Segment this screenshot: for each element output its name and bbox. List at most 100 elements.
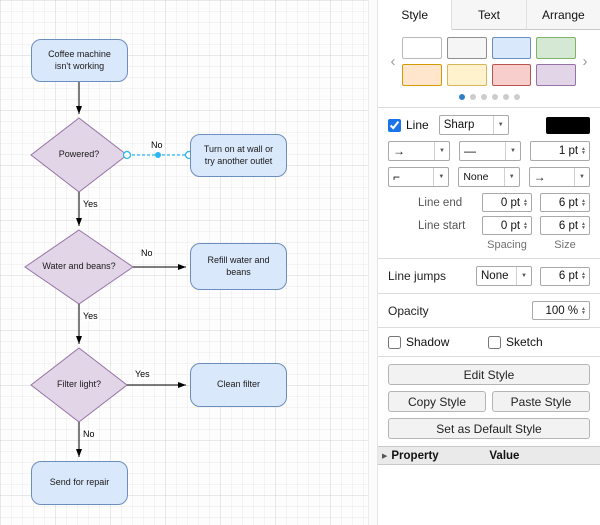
opacity-input[interactable]: 100 % ▲▼ — [532, 301, 590, 320]
swatch-purple[interactable] — [536, 64, 576, 86]
flow-node-outlet[interactable]: Turn on at wall or try another outlet — [190, 134, 287, 177]
line-start-spacing-value: 0 pt — [501, 220, 520, 232]
edge-label-filter-yes[interactable]: Yes — [134, 369, 151, 379]
stepper-arrows[interactable]: ▲▼ — [581, 272, 586, 280]
line-color-button[interactable] — [546, 117, 590, 134]
chevron-down-icon: ▼ — [505, 142, 516, 160]
flow-node-filter[interactable]: Filter light? — [31, 348, 127, 422]
waypoints-select[interactable]: None ▼ — [458, 167, 519, 187]
spin-down-icon[interactable]: ▼ — [581, 226, 586, 230]
line-jumps-size-input[interactable]: 6 pt ▲▼ — [540, 267, 590, 286]
line-end-size-input[interactable]: 6 pt ▲▼ — [540, 193, 590, 212]
tab-text[interactable]: Text — [452, 0, 526, 30]
drawio-window: Coffee machine isn't working Turn on at … — [0, 0, 600, 525]
line-start-size-input[interactable]: 6 pt ▲▼ — [540, 216, 590, 235]
diagram-canvas[interactable]: Coffee machine isn't working Turn on at … — [0, 0, 368, 525]
spin-down-icon[interactable]: ▼ — [581, 311, 586, 315]
edge-midpoint-handle[interactable] — [155, 152, 161, 158]
swatch-next-icon[interactable]: › — [580, 54, 590, 69]
copy-style-button[interactable]: Copy Style — [388, 391, 486, 412]
shadow-checkbox[interactable] — [388, 336, 401, 349]
spin-down-icon[interactable]: ▼ — [581, 151, 586, 155]
line-jumps-size-value: 6 pt — [559, 270, 578, 282]
chevron-down-icon: ▼ — [504, 168, 515, 186]
arrow-right-icon: → — [393, 145, 405, 157]
pager-dot-3[interactable] — [492, 94, 498, 100]
paste-style-button[interactable]: Paste Style — [492, 391, 590, 412]
pager-dot-5[interactable] — [514, 94, 520, 100]
chevron-down-icon: ▼ — [516, 267, 527, 285]
flow-node-powered[interactable]: Powered? — [31, 118, 127, 192]
sketch-checkbox[interactable] — [488, 336, 501, 349]
arrow-end-select[interactable]: → ▼ — [388, 141, 450, 161]
spin-down-icon[interactable]: ▼ — [523, 203, 528, 207]
swatch-green[interactable] — [536, 37, 576, 59]
size-column-label: Size — [540, 239, 590, 251]
flow-node-refill[interactable]: Refill water and beans — [190, 243, 287, 290]
swatch-prev-icon[interactable]: ‹ — [388, 54, 398, 69]
line-jumps-label: Line jumps — [388, 269, 476, 283]
swatch-yellow[interactable] — [447, 64, 487, 86]
flow-node-powered-label: Powered? — [59, 149, 100, 160]
arrow-right-icon: → — [534, 171, 546, 183]
spin-down-icon[interactable]: ▼ — [581, 276, 586, 280]
stepper-arrows[interactable]: ▲▼ — [581, 222, 586, 230]
line-end-spacing-input[interactable]: 0 pt ▲▼ — [482, 193, 532, 212]
flow-node-water[interactable]: Water and beans? — [25, 230, 133, 304]
effects-section: Shadow Sketch — [378, 327, 600, 356]
edit-style-button[interactable]: Edit Style — [388, 364, 590, 385]
line-style-select[interactable]: Sharp ▼ — [439, 115, 509, 135]
edge-label-powered-yes[interactable]: Yes — [82, 199, 99, 209]
value-column-header: Value — [489, 450, 596, 462]
stepper-arrows[interactable]: ▲▼ — [523, 199, 528, 207]
flow-node-repair[interactable]: Send for repair — [31, 461, 128, 505]
format-panel: Style Text Arrange ‹ › Line — [378, 0, 600, 525]
waypoints-value: None — [463, 172, 488, 183]
flow-node-outlet-label: Turn on at wall or try another outlet — [198, 144, 279, 167]
tab-style[interactable]: Style — [378, 0, 452, 30]
edge-label-powered-no[interactable]: No — [150, 140, 164, 150]
stepper-arrows[interactable]: ▲▼ — [581, 199, 586, 207]
spacing-column-label: Spacing — [482, 239, 532, 251]
arrow-start-select[interactable]: → ▼ — [529, 167, 590, 187]
canvas-vertical-scrollbar[interactable] — [368, 0, 378, 525]
stepper-arrows[interactable]: ▲▼ — [581, 147, 586, 155]
line-label: Line — [406, 118, 429, 132]
set-default-style-button[interactable]: Set as Default Style — [388, 418, 590, 439]
selected-edge-powered-outlet[interactable] — [124, 152, 193, 159]
flow-node-clean[interactable]: Clean filter — [190, 363, 287, 407]
stepper-arrows[interactable]: ▲▼ — [523, 222, 528, 230]
line-width-value: 1 pt — [559, 145, 578, 157]
swatch-orange[interactable] — [402, 64, 442, 86]
spin-down-icon[interactable]: ▼ — [581, 203, 586, 207]
edge-label-water-yes[interactable]: Yes — [82, 311, 99, 321]
swatch-gray[interactable] — [447, 37, 487, 59]
chevron-down-icon: ▼ — [433, 168, 444, 186]
connector-style-select[interactable]: ⌐ ▼ — [388, 167, 449, 187]
flow-node-clean-label: Clean filter — [217, 379, 260, 390]
line-width-input[interactable]: 1 pt ▲▼ — [530, 141, 590, 161]
line-jumps-select[interactable]: None ▼ — [476, 266, 532, 286]
flow-node-filter-label: Filter light? — [57, 379, 101, 390]
edge-label-water-no[interactable]: No — [140, 248, 154, 258]
spin-down-icon[interactable]: ▼ — [523, 226, 528, 230]
style-buttons-section: Edit Style Copy Style Paste Style Set as… — [378, 356, 600, 446]
swatch-white[interactable] — [402, 37, 442, 59]
pager-dot-1[interactable] — [470, 94, 476, 100]
sketch-checkbox-label: Sketch — [488, 335, 543, 349]
line-checkbox[interactable] — [388, 119, 401, 132]
stepper-arrows[interactable]: ▲▼ — [581, 307, 586, 315]
pager-dot-4[interactable] — [503, 94, 509, 100]
property-expander-icon[interactable]: ▶ — [382, 452, 387, 460]
swatch-blue[interactable] — [492, 37, 532, 59]
property-table-header[interactable]: ▶ Property Value — [378, 446, 600, 465]
edge-label-filter-no[interactable]: No — [82, 429, 96, 439]
swatch-red[interactable] — [492, 64, 532, 86]
pager-dot-0[interactable] — [459, 94, 465, 100]
line-start-size-value: 6 pt — [559, 220, 578, 232]
flow-node-start[interactable]: Coffee machine isn't working — [31, 39, 128, 82]
tab-arrange[interactable]: Arrange — [527, 0, 600, 30]
line-pattern-select[interactable]: — ▼ — [459, 141, 521, 161]
pager-dot-2[interactable] — [481, 94, 487, 100]
line-start-spacing-input[interactable]: 0 pt ▲▼ — [482, 216, 532, 235]
